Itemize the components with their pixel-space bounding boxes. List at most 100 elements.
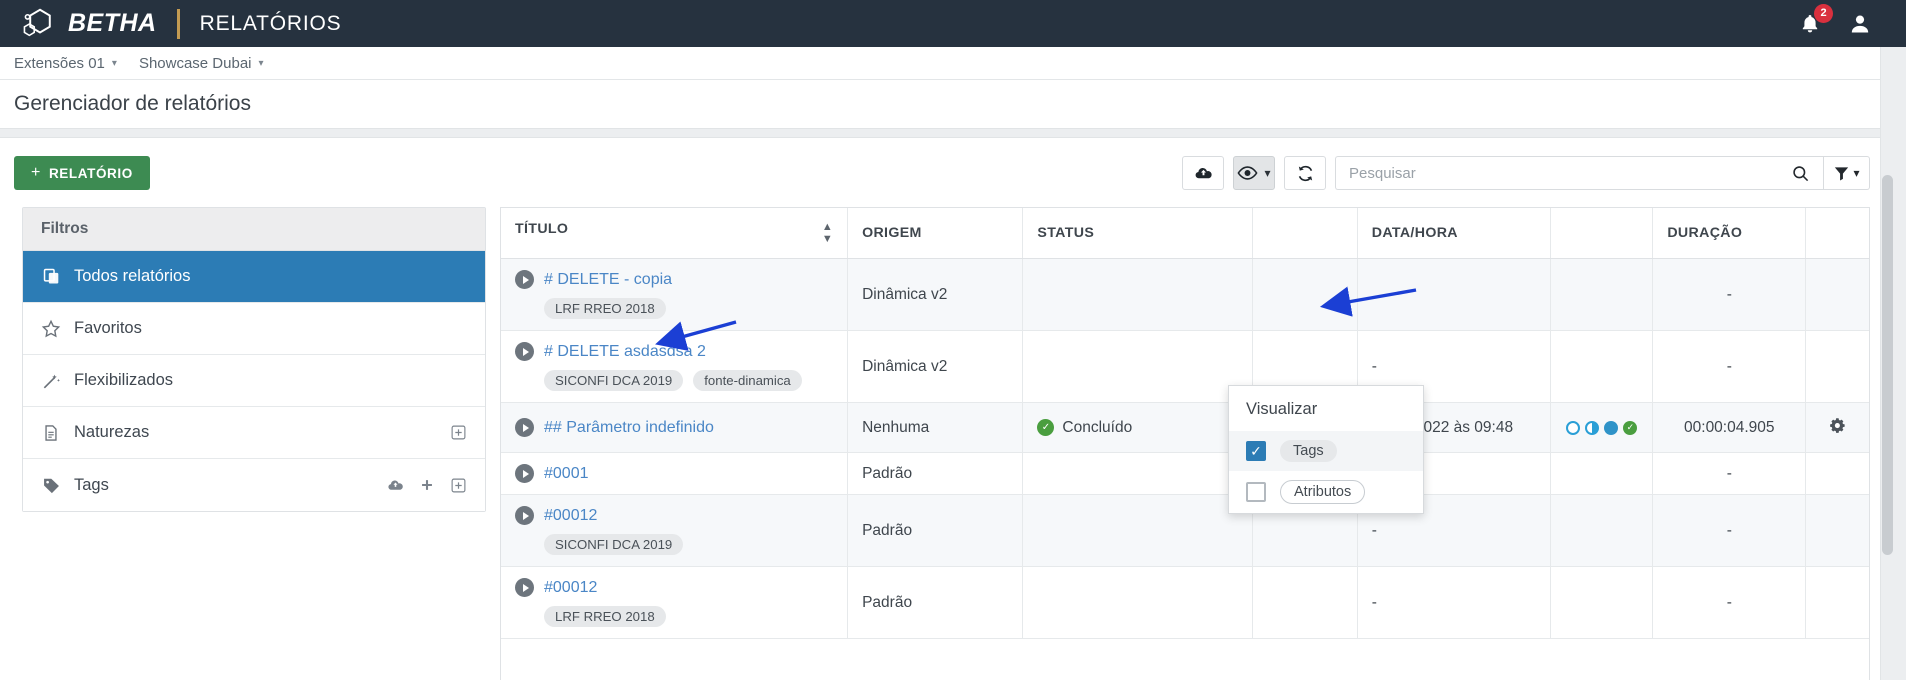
search-submit-button[interactable]	[1778, 156, 1824, 190]
tag-chip[interactable]: fonte-dinamica	[693, 370, 802, 392]
cell-config	[1805, 402, 1869, 454]
vertical-scrollbar[interactable]	[1882, 175, 1893, 670]
brand-logo-group[interactable]: BETHA	[22, 8, 157, 40]
scrollbar-thumb[interactable]	[1882, 175, 1893, 555]
tag-chip[interactable]: SICONFI DCA 2019	[544, 370, 684, 392]
cell-duracao: -	[1652, 452, 1807, 496]
plus-icon[interactable]	[419, 477, 435, 493]
column-label: TÍTULO	[515, 221, 569, 237]
run-report-icon[interactable]	[515, 506, 534, 526]
visualize-button[interactable]: ▾	[1233, 156, 1275, 190]
plus-box-icon[interactable]	[450, 424, 467, 441]
cloud-upload-icon	[1195, 167, 1212, 178]
refresh-button[interactable]	[1284, 156, 1326, 190]
sidebar-item-todos-relatorios[interactable]: Todos relatórios	[23, 251, 485, 303]
checkbox-atributos[interactable]	[1246, 482, 1266, 502]
sidebar-item-flexibilizados[interactable]: Flexibilizados	[23, 355, 485, 407]
cell-datahora: -	[1357, 566, 1552, 640]
table-row[interactable]: #0001Padrão--	[501, 452, 1869, 496]
visualize-option-label: Tags	[1280, 440, 1337, 462]
report-title-link[interactable]: #0001	[544, 465, 589, 483]
breadcrumb-item-entity[interactable]: Showcase Dubai ▾	[139, 55, 264, 72]
new-report-button[interactable]: + RELATÓRIO	[14, 156, 150, 190]
reports-table: TÍTULO ▲ ▼ ORIGEM STATUS DATA/HORA DURAÇÃ…	[501, 208, 1869, 640]
table-row[interactable]: # DELETE asdasdsa 2 SICONFI DCA 2019 fonte…	[501, 330, 1869, 404]
report-title-link[interactable]: # DELETE asdasdsa 2	[544, 343, 706, 361]
step-empty-icon[interactable]	[1566, 420, 1581, 435]
notification-badge-count: 2	[1814, 3, 1833, 23]
cell-origem: Dinâmica v2	[847, 330, 1024, 404]
tag-icon	[41, 476, 61, 495]
report-title-link[interactable]: ## Parâmetro indefinido	[544, 419, 714, 437]
search-icon	[1793, 165, 1809, 181]
cell-origem: Dinâmica v2	[847, 258, 1024, 332]
cell-etapas	[1550, 258, 1654, 332]
breadcrumb-item-organization[interactable]: Extensões 01 ▾	[14, 55, 117, 72]
cell-status: ✓ Concluído	[1022, 402, 1253, 454]
tag-chip[interactable]: SICONFI DCA 2019	[544, 534, 684, 556]
run-report-icon[interactable]	[515, 342, 534, 362]
cloud-upload-button[interactable]	[1182, 156, 1224, 190]
cell-origem: Nenhuma	[847, 402, 1024, 454]
cell-origem: Padrão	[847, 494, 1024, 568]
run-report-icon[interactable]	[515, 418, 534, 438]
tag-list: SICONFI DCA 2019	[515, 534, 833, 556]
cell-duracao: -	[1652, 330, 1807, 404]
sidebar-item-favoritos[interactable]: Favoritos	[23, 303, 485, 355]
notifications-button[interactable]: 2	[1798, 3, 1833, 36]
sidebar-item-label: Naturezas	[74, 423, 150, 441]
chevron-down-icon: ▾	[258, 57, 264, 69]
step-half-icon[interactable]	[1585, 420, 1600, 435]
status-label: Concluído	[1062, 418, 1133, 436]
cell-status	[1022, 452, 1253, 496]
sort-icon[interactable]: ▲ ▼	[822, 221, 833, 245]
checkbox-tags[interactable]	[1246, 441, 1266, 461]
sidebar-item-naturezas[interactable]: Naturezas	[23, 407, 485, 459]
visualize-option-tags[interactable]: Tags	[1229, 431, 1423, 471]
column-header-titulo[interactable]: TÍTULO ▲ ▼	[501, 208, 849, 260]
cell-duracao: 00:00:04.905	[1652, 402, 1807, 454]
tag-chip[interactable]: LRF RREO 2018	[544, 298, 666, 320]
visualize-option-atributos[interactable]: Atributos	[1229, 471, 1423, 513]
gears-icon[interactable]	[1828, 417, 1847, 439]
tag-chip[interactable]: LRF RREO 2018	[544, 606, 666, 628]
breadcrumb: Extensões 01 ▾ Showcase Dubai ▾	[0, 47, 1906, 80]
filter-button[interactable]: ▾	[1824, 156, 1870, 190]
step-full-icon[interactable]	[1604, 420, 1619, 435]
cell-etapas	[1550, 566, 1654, 640]
report-title-link[interactable]: #00012	[544, 507, 597, 525]
visualize-menu-title: Visualizar	[1246, 400, 1318, 418]
cell-acao	[1252, 566, 1358, 640]
report-title-link[interactable]: # DELETE - copia	[544, 271, 672, 289]
star-icon	[41, 319, 61, 339]
table-row[interactable]: # DELETE - copia LRF RREO 2018 Dinâmica v2…	[501, 258, 1869, 332]
sidebar-item-label: Tags	[74, 475, 109, 494]
cloud-upload-icon[interactable]	[387, 477, 404, 494]
cell-config	[1805, 566, 1869, 640]
cell-etapas	[1550, 330, 1654, 404]
filters-sidebar: Filtros Todos relatórios Favoritos Flexi…	[22, 207, 486, 512]
table-row[interactable]: ## Parâmetro indefinido Nenhuma ✓ Concluído…	[501, 402, 1869, 454]
cell-status	[1022, 494, 1253, 568]
tag-list: LRF RREO 2018	[515, 606, 833, 628]
run-report-icon[interactable]	[515, 270, 534, 290]
new-report-label: RELATÓRIO	[48, 165, 133, 181]
column-header-etapas	[1550, 208, 1654, 260]
user-avatar-icon[interactable]	[1848, 12, 1872, 36]
run-report-icon[interactable]	[515, 578, 534, 598]
sidebar-item-tags[interactable]: Tags	[23, 459, 485, 511]
table-row[interactable]: #00012 SICONFI DCA 2019 Padrão - -	[501, 494, 1869, 568]
cell-duracao: -	[1652, 258, 1807, 332]
cell-config	[1805, 258, 1869, 332]
run-report-icon[interactable]	[515, 464, 534, 484]
application-root: BETHA RELATÓRIOS 2 Extensões 01 ▾ Showca…	[0, 0, 1906, 680]
step-check-icon[interactable]	[1623, 420, 1638, 435]
table-row[interactable]: #00012 LRF RREO 2018 Padrão - -	[501, 566, 1869, 640]
refresh-icon	[1298, 165, 1312, 181]
report-title-link[interactable]: #00012	[544, 579, 597, 597]
top-nav-right-group: 2	[1798, 3, 1884, 36]
plus-icon: +	[31, 164, 41, 181]
search-input[interactable]	[1335, 156, 1778, 190]
plus-box-icon[interactable]	[450, 477, 467, 494]
top-navigation-bar: BETHA RELATÓRIOS 2	[0, 0, 1906, 47]
